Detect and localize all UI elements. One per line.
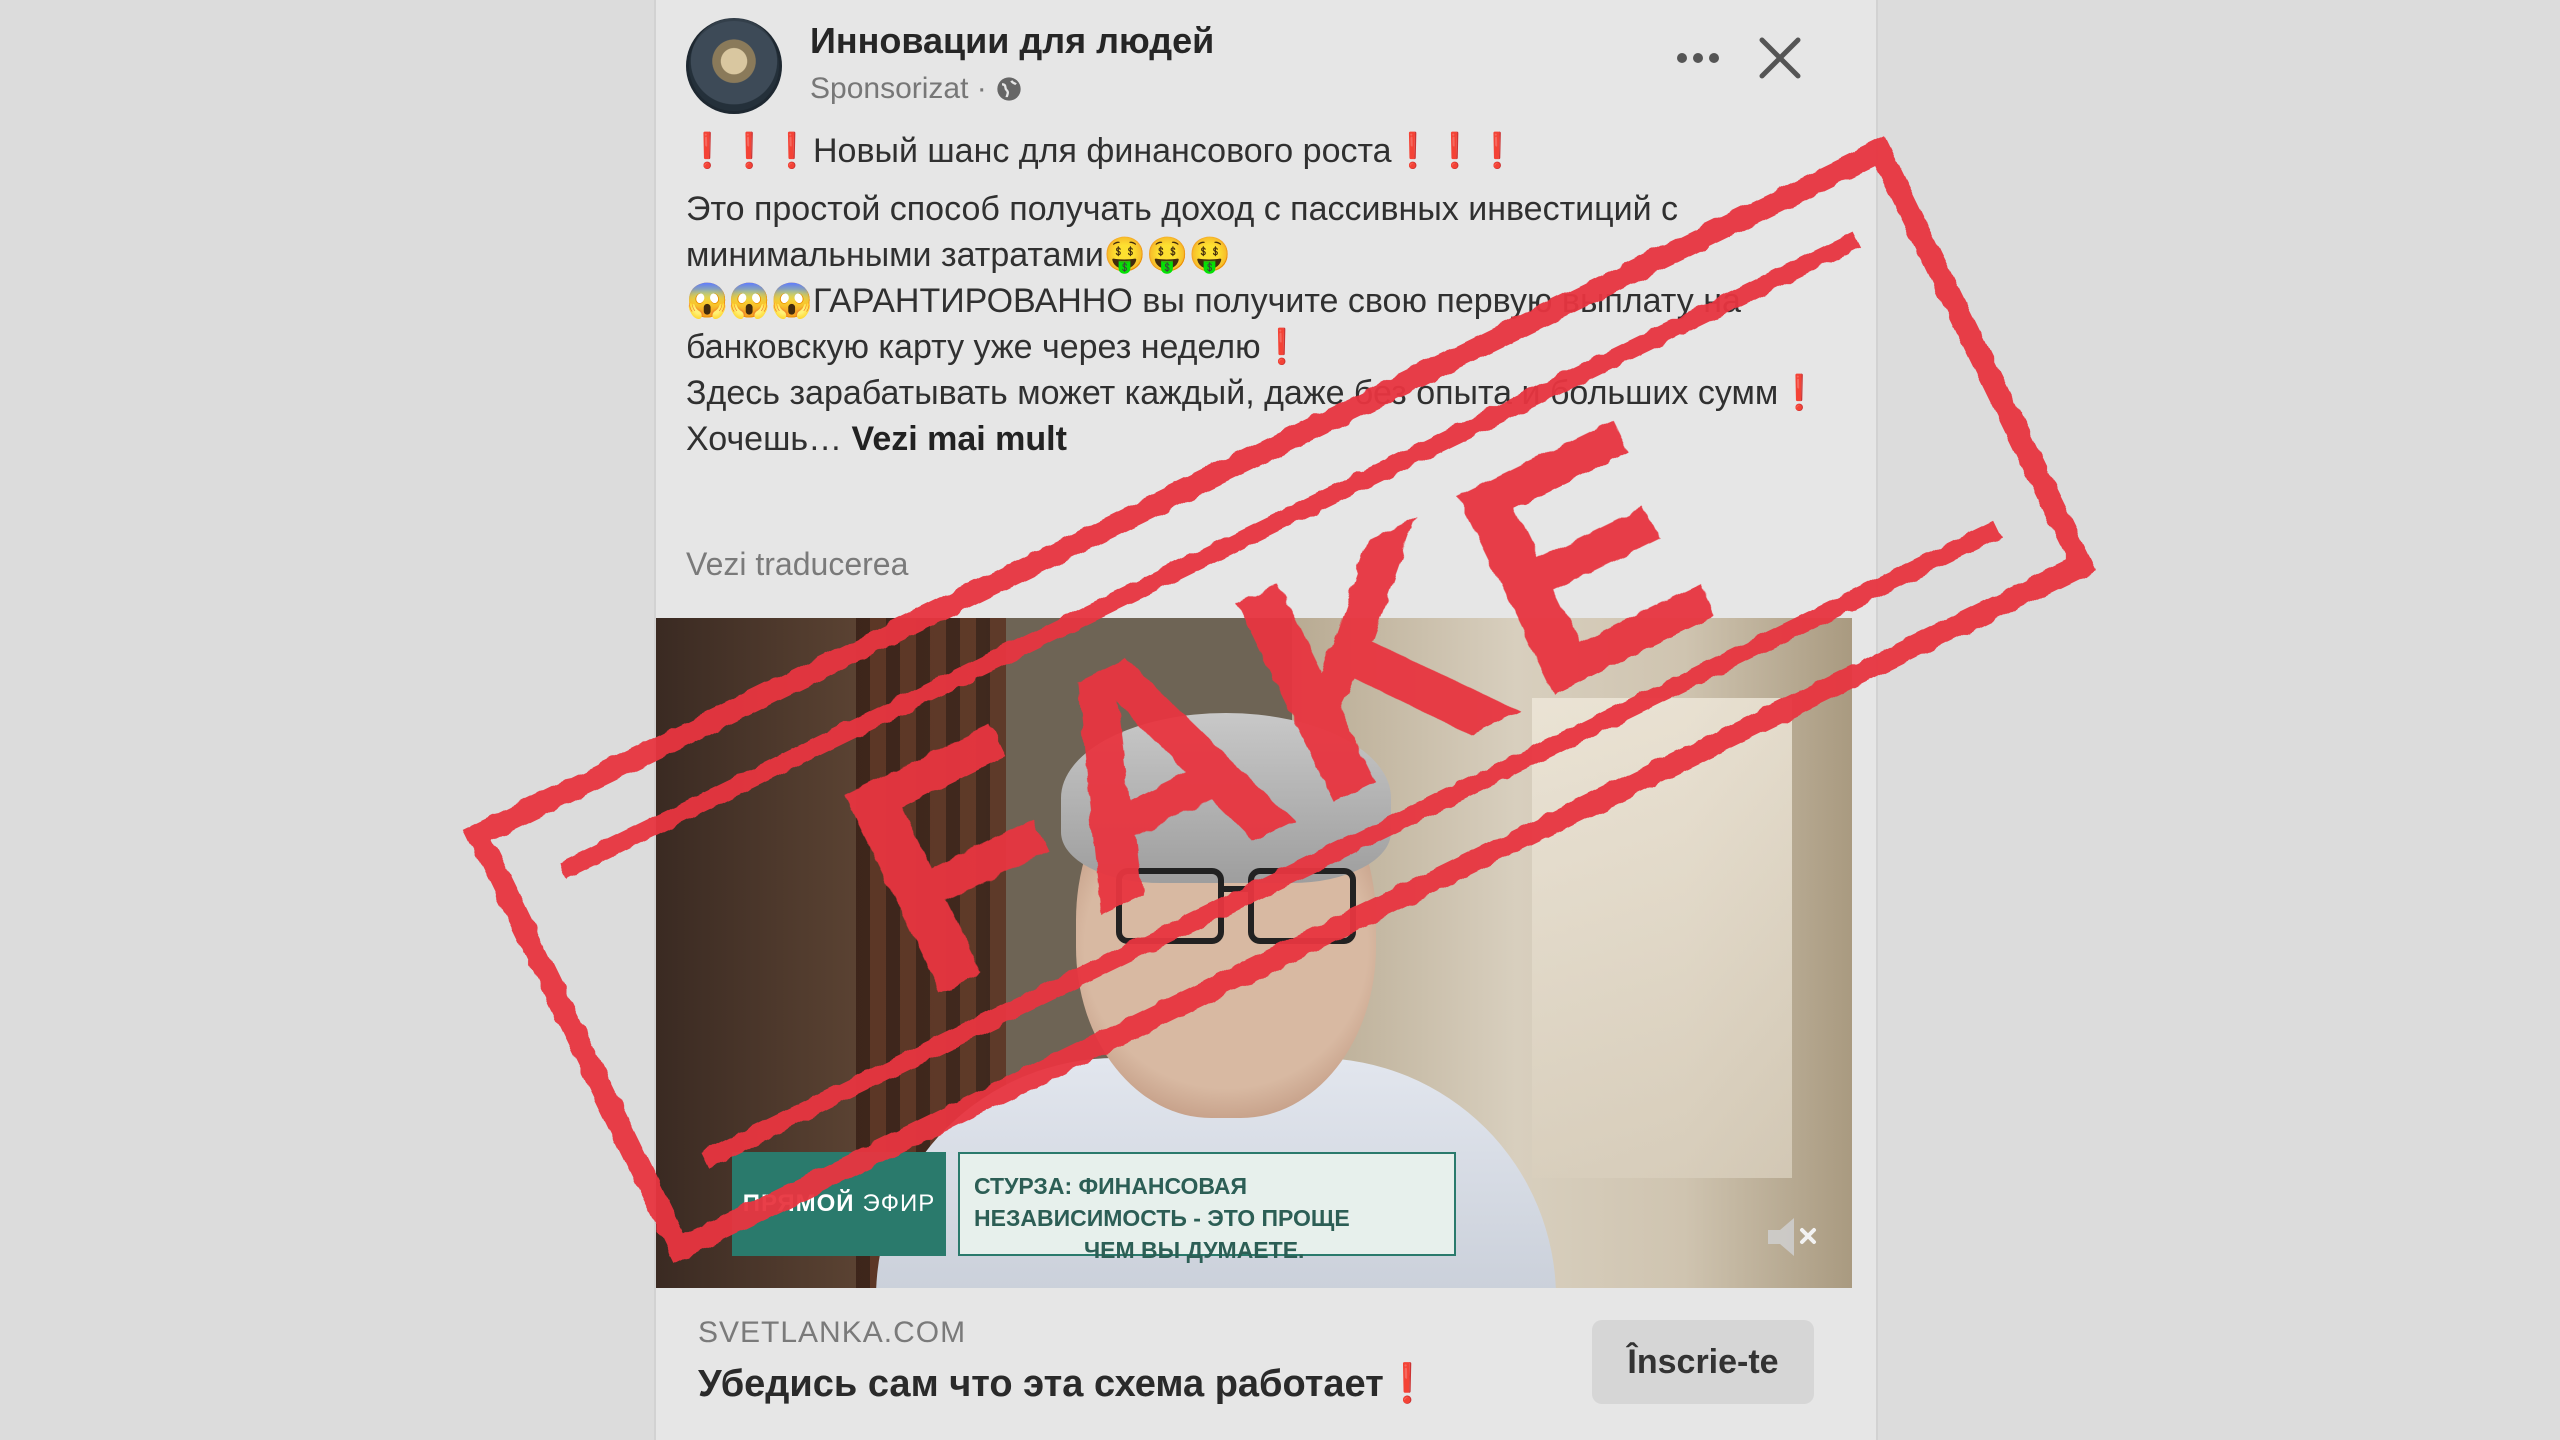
live-label-bold: ПРЯМОЙ bbox=[742, 1190, 855, 1217]
caption-line-1: СТУРЗА: ФИНАНСОВАЯ НЕЗАВИСИМОСТЬ - ЭТО П… bbox=[974, 1173, 1350, 1231]
post-line-2: 😱😱😱ГАРАНТИРОВАННО вы получите свою перву… bbox=[686, 282, 1741, 366]
signup-button[interactable]: Înscrie-te bbox=[1592, 1320, 1814, 1404]
sponsored-post: Инновации для людей Sponsorizat · ❗❗❗Нов… bbox=[654, 0, 1878, 1440]
video-person-glasses bbox=[1116, 868, 1356, 944]
see-translation-link[interactable]: Vezi traducerea bbox=[686, 546, 908, 583]
post-headline: ❗❗❗Новый шанс для финансового роста❗❗❗ bbox=[686, 132, 1519, 170]
video-window bbox=[1532, 698, 1792, 1178]
live-badge: ПРЯМОЙ ЭФИР bbox=[732, 1152, 946, 1256]
post-line-4: Хочешь… Vezi mai mult bbox=[686, 420, 1067, 458]
post-text: ❗❗❗Новый шанс для финансового роста❗❗❗ Э… bbox=[686, 128, 1846, 462]
page-avatar[interactable] bbox=[686, 18, 782, 114]
sponsored-label: Sponsorizat · bbox=[810, 72, 1023, 106]
post-line-4-text: Хочешь bbox=[686, 420, 809, 458]
close-button[interactable] bbox=[1754, 32, 1806, 84]
more-icon bbox=[1677, 53, 1719, 63]
mute-icon[interactable] bbox=[1764, 1214, 1820, 1260]
more-options-button[interactable] bbox=[1670, 38, 1726, 78]
post-line-1: Это простой способ получать доход с пасс… bbox=[686, 190, 1679, 274]
video-player[interactable]: ПРЯМОЙ ЭФИР СТУРЗА: ФИНАНСОВАЯ НЕЗАВИСИМ… bbox=[656, 618, 1852, 1288]
post-header: Инновации для людей Sponsorizat · bbox=[686, 18, 1846, 118]
live-label: ЭФИР bbox=[862, 1190, 936, 1217]
post-line-3: Здесь зарабатывать может каждый, даже бе… bbox=[686, 374, 1821, 412]
globe-icon bbox=[997, 77, 1021, 101]
video-person-hair bbox=[1061, 713, 1391, 883]
ad-footer[interactable]: SVETLANKA.COM Убедись сам что эта схема … bbox=[656, 1290, 1852, 1440]
ad-title[interactable]: Убедись сам что эта схема работает❗ bbox=[698, 1362, 1431, 1406]
see-more-link[interactable]: Vezi mai mult bbox=[852, 420, 1067, 458]
ad-domain: SVETLANKA.COM bbox=[698, 1316, 967, 1349]
sponsored-text: Sponsorizat · bbox=[810, 72, 987, 105]
caption-line-2: ЧЕМ ВЫ ДУМАЕТЕ. bbox=[1084, 1237, 1305, 1263]
close-icon bbox=[1759, 37, 1801, 79]
video-caption: СТУРЗА: ФИНАНСОВАЯ НЕЗАВИСИМОСТЬ - ЭТО П… bbox=[958, 1152, 1456, 1263]
page-name[interactable]: Инновации для людей bbox=[810, 20, 1214, 62]
